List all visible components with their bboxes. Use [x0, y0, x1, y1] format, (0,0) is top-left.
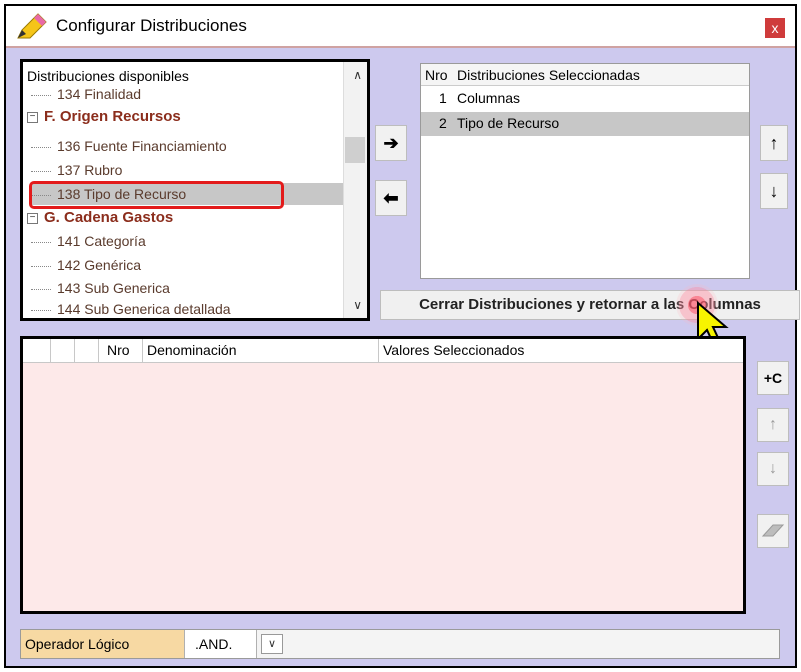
grid-col-denominacion: Denominación — [143, 339, 379, 363]
chevron-down-icon[interactable]: ∨ — [261, 634, 283, 654]
grid-move-up-button[interactable]: ↑ — [757, 408, 789, 442]
list-item[interactable]: 1 Columnas — [421, 88, 749, 110]
eraser-icon — [761, 524, 785, 537]
add-column-button[interactable]: +C — [757, 361, 789, 395]
scroll-down-icon[interactable]: ∨ — [353, 298, 362, 312]
tree-item-144[interactable]: 144 Sub Generica detallada — [31, 301, 231, 317]
col-name-header: Distribuciones Seleccionadas — [457, 67, 640, 83]
tree-scrollbar[interactable]: ∧ ∨ — [343, 62, 367, 318]
selected-distributions-list[interactable]: Nro Distribuciones Seleccionadas 1 Colum… — [420, 63, 750, 279]
eraser-button[interactable] — [757, 514, 789, 548]
remove-distribution-button[interactable]: ⬅ — [375, 180, 407, 216]
distribution-values-grid[interactable]: Nro Denominación Valores Seleccionados — [20, 336, 746, 614]
configurar-distribuciones-window: Configurar Distribuciones x Distribucion… — [4, 4, 800, 668]
operator-bar: Operador Lógico .AND. ∨ — [20, 629, 780, 659]
move-down-button[interactable]: ↓ — [760, 173, 788, 209]
tree-item-134[interactable]: 134 Finalidad — [31, 86, 141, 102]
tree-item-141[interactable]: 141 Categoría — [31, 233, 146, 249]
scroll-up-icon[interactable]: ∧ — [353, 68, 362, 82]
move-up-button[interactable]: ↑ — [760, 125, 788, 161]
tree-group-cadena-gastos[interactable]: − G. Cadena Gastos — [27, 209, 173, 226]
arrow-down-icon: ↓ — [769, 181, 779, 201]
col-nro-header: Nro — [425, 67, 448, 83]
scrollbar-thumb[interactable] — [345, 137, 365, 163]
tree-item-137[interactable]: 137 Rubro — [31, 162, 122, 178]
grid-move-down-button[interactable]: ↓ — [757, 452, 789, 486]
arrow-up-icon: ↑ — [769, 133, 779, 153]
arrow-down-icon: ↓ — [769, 460, 777, 477]
arrow-left-icon: ⬅ — [383, 188, 399, 208]
list-item-selected[interactable]: 2 Tipo de Recurso — [421, 112, 749, 136]
collapse-icon[interactable]: − — [27, 111, 38, 123]
grid-col-valores: Valores Seleccionados — [383, 342, 525, 358]
grid-col-nro: Nro — [99, 339, 143, 363]
grid-header: Nro Denominación Valores Seleccionados — [23, 339, 743, 363]
title-bar: Configurar Distribuciones x — [6, 6, 795, 48]
pencil-icon — [17, 13, 47, 39]
window-title: Configurar Distribuciones — [56, 16, 247, 35]
tree-group-origen-recursos[interactable]: − F. Origen Recursos — [27, 108, 181, 125]
operator-select[interactable]: .AND. — [185, 630, 257, 658]
selected-list-header: Nro Distribuciones Seleccionadas — [421, 64, 749, 86]
arrow-up-icon: ↑ — [769, 416, 777, 433]
collapse-icon[interactable]: − — [27, 212, 38, 224]
available-header: Distribuciones disponibles — [27, 68, 189, 84]
close-button[interactable]: x — [765, 18, 785, 38]
tree-item-136[interactable]: 136 Fuente Financiamiento — [31, 138, 227, 154]
tree-item-142[interactable]: 142 Genérica — [31, 257, 141, 273]
operator-label: Operador Lógico — [21, 630, 185, 658]
close-distributions-button[interactable]: Cerrar Distribuciones y retornar a las C… — [380, 290, 800, 320]
available-distributions-list[interactable]: Distribuciones disponibles 134 Finalidad… — [20, 59, 370, 321]
tree-item-143[interactable]: 143 Sub Generica — [31, 280, 170, 296]
highlight-outline — [29, 181, 284, 209]
arrow-right-icon: ➔ — [383, 133, 399, 153]
add-distribution-button[interactable]: ➔ — [375, 125, 407, 161]
